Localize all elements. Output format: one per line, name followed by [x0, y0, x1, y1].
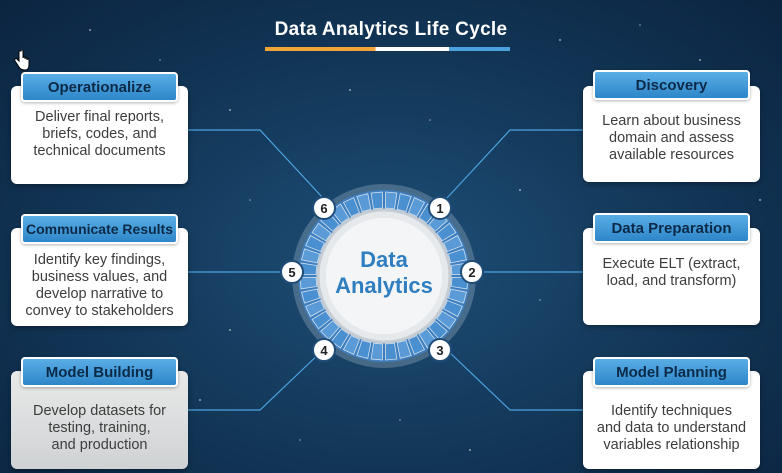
- phase-desc-data-preparation: Execute ELT (extract, load, and transfor…: [583, 256, 760, 290]
- phase-number-2: 2: [460, 260, 484, 284]
- desc-line: variables relationship: [603, 437, 740, 453]
- desc-line: Identify techniques: [611, 403, 732, 419]
- desc-line: Identify key findings,: [33, 252, 166, 268]
- desc-line: technical documents: [33, 143, 166, 159]
- center-label-line-2: Analytics: [335, 273, 433, 298]
- phase-desc-communicate-results: Identify key findings, business values, …: [11, 252, 188, 320]
- phase-title-model-building: Model Building: [21, 357, 178, 387]
- desc-line: and data to understand: [596, 420, 747, 436]
- desc-line: domain and assess: [609, 130, 734, 146]
- desc-line: Execute ELT (extract,: [602, 256, 741, 272]
- desc-line: briefs, codes, and: [42, 126, 157, 142]
- center-label: Data Analytics: [318, 247, 450, 299]
- desc-line: Deliver final reports,: [35, 109, 164, 125]
- phase-title-communicate-results: Communicate Results: [21, 214, 178, 244]
- desc-line: convey to stakeholders: [25, 303, 174, 319]
- phase-title-discovery: Discovery: [593, 70, 750, 100]
- desc-line: develop narrative to: [35, 286, 164, 302]
- desc-line: and production: [51, 437, 148, 453]
- phase-number-6: 6: [312, 196, 336, 220]
- desc-line: Develop datasets for: [33, 403, 166, 419]
- phase-title-data-preparation: Data Preparation: [593, 213, 750, 243]
- desc-line: Learn about business: [602, 113, 741, 129]
- wheel-segment: [299, 276, 318, 290]
- phase-title-model-planning: Model Planning: [593, 357, 750, 387]
- desc-line: testing, training,: [48, 420, 151, 436]
- phase-number-5: 5: [280, 260, 304, 284]
- desc-line: available resources: [609, 147, 734, 163]
- phase-desc-model-building: Develop datasets for testing, training, …: [11, 403, 188, 454]
- phase-title-operationalize: Operationalize: [21, 72, 178, 102]
- phase-number-3: 3: [428, 338, 452, 362]
- desc-line: business values, and: [31, 269, 168, 285]
- phase-desc-operationalize: Deliver final reports, briefs, codes, an…: [11, 109, 188, 160]
- wheel-segment: [370, 342, 384, 361]
- phase-desc-model-planning: Identify techniques and data to understa…: [583, 403, 760, 454]
- wheel-segment: [384, 342, 398, 361]
- phase-number-4: 4: [312, 338, 336, 362]
- wheel-segment: [384, 191, 398, 210]
- phase-number-1: 1: [428, 196, 452, 220]
- phase-desc-discovery: Learn about business domain and assess a…: [583, 113, 760, 164]
- wheel-segment: [370, 191, 384, 210]
- desc-line: load, and transform): [606, 273, 737, 289]
- center-label-line-1: Data: [360, 247, 408, 272]
